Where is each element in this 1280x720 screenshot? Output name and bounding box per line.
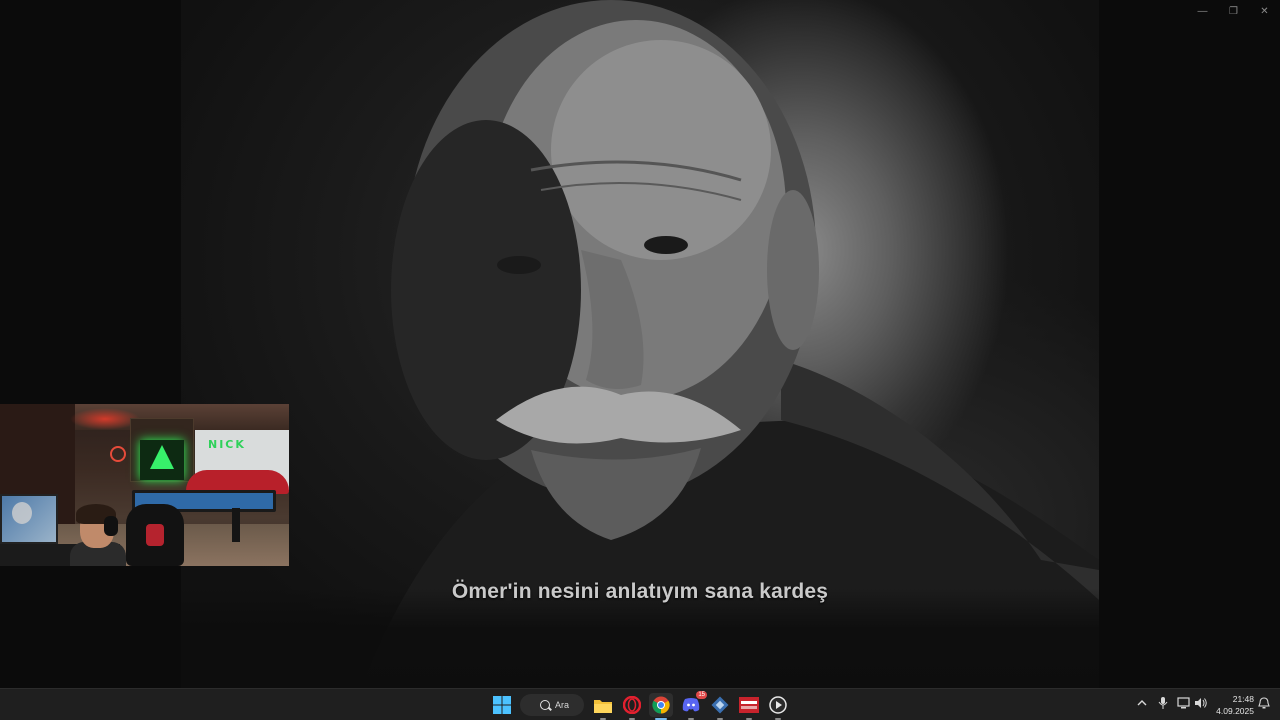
search-label: Ara [555, 700, 570, 710]
opera-icon[interactable] [620, 693, 644, 720]
neon-ring-icon [110, 446, 126, 462]
start-icon[interactable] [490, 693, 514, 717]
search-box[interactable]: Ara [520, 694, 584, 716]
chevron-up-icon[interactable] [1134, 697, 1150, 713]
close-button[interactable]: ✕ [1249, 0, 1280, 22]
streaming-app-icon[interactable] [737, 693, 761, 720]
clock[interactable]: 21:48 4.09.2025 [1208, 693, 1254, 717]
game-launcher-icon[interactable] [708, 693, 732, 720]
pool-table-leg [232, 508, 240, 542]
microphone-icon[interactable] [1155, 697, 1171, 713]
volume-icon[interactable] [1193, 697, 1209, 713]
desktop-screen: Ömer'in nesini anlatıyım sana kardeş — ❐… [0, 0, 1280, 720]
video-subtitle: Ömer'in nesini anlatıyım sana kardeş [451, 580, 829, 603]
chrome-icon[interactable] [649, 693, 673, 720]
restore-button[interactable]: ❐ [1218, 0, 1249, 22]
neon-logo-icon [150, 445, 174, 469]
headset-icon [104, 516, 118, 536]
notification-badge: 15 [696, 691, 707, 699]
clock-time: 21:48 [1232, 694, 1254, 704]
window-controls: — ❐ ✕ [1187, 0, 1280, 22]
media-player-icon[interactable] [766, 693, 790, 720]
taskbar: Ara 15 21:48 4.09.2025 [0, 688, 1280, 720]
discord-icon[interactable]: 15 [679, 691, 707, 720]
search-icon [540, 700, 550, 710]
network-icon[interactable] [1176, 697, 1192, 713]
clock-date: 4.09.2025 [1216, 706, 1254, 716]
notification-bell-icon[interactable] [1256, 697, 1272, 713]
minimize-button[interactable]: — [1187, 0, 1218, 22]
gaming-chair-accent [146, 524, 164, 546]
monitor-face [12, 502, 32, 524]
wall-sign: NICK [208, 438, 246, 451]
file-explorer-icon[interactable] [591, 693, 615, 720]
webcam-overlay: NICK [0, 404, 289, 566]
